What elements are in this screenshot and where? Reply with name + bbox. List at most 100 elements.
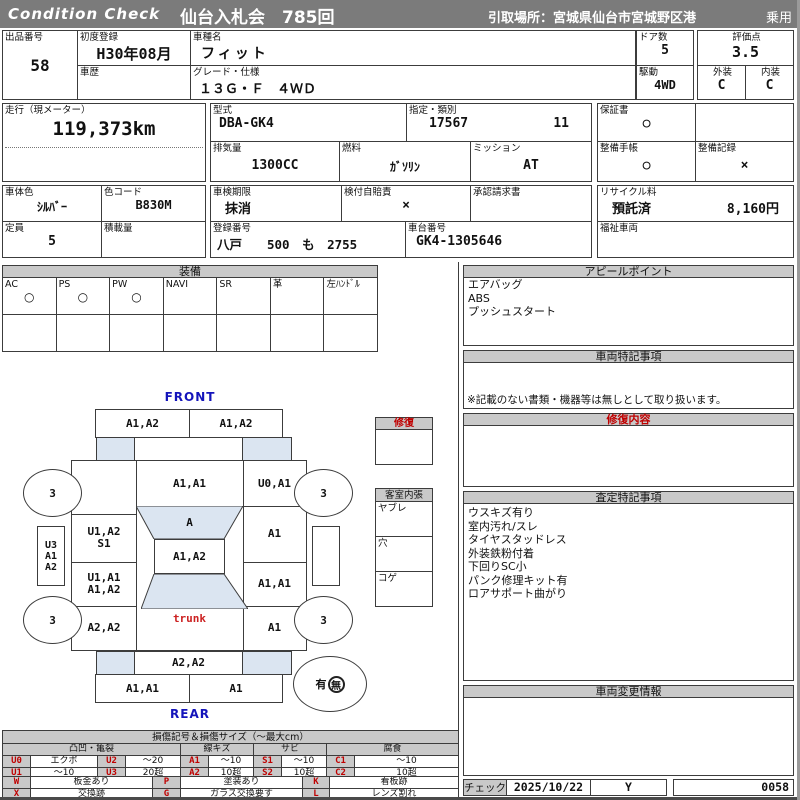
assessment-line: 外装鉄粉付着 (468, 546, 534, 560)
score-value: 3.5 (731, 43, 760, 61)
fuel-value: ｶﾞｿﾘﾝ (389, 160, 420, 174)
legend-title: 損傷記号＆損傷サイズ（～最大cm） (1, 730, 460, 744)
transmission-label: ミッション (473, 143, 521, 154)
cabin-interior-title: 客室内張 (375, 488, 433, 502)
load-label: 積載量 (104, 223, 133, 234)
equipment-label: 革 (272, 279, 283, 290)
welfare-cell: 福祉車両 (597, 221, 794, 258)
check-label: チェック (463, 779, 507, 796)
class-value-1: 17567 (429, 116, 469, 131)
assessment-line: パンク修理キット有 (468, 573, 568, 587)
equipment-row-empty (2, 314, 379, 352)
equipment-cell-navi: NAVI (162, 277, 218, 315)
front-label: FRONT (164, 390, 216, 404)
class-label: 指定・類別 (409, 105, 457, 116)
legend-code: S1 (253, 755, 282, 768)
class-cell: 指定・類別 17567 11 (406, 103, 592, 142)
equipment-cell-empty (269, 314, 325, 352)
color-code-cell: 色コード B830M (101, 185, 206, 222)
front-bumper-left: A1,A2 (95, 409, 190, 438)
capacity-value: 5 (48, 234, 56, 249)
maintenance-record-label: 整備記録 (698, 143, 737, 154)
legend-group-corrosion: 腐食 (325, 743, 460, 756)
jibai-cell: 検付自賠責 × (341, 185, 471, 222)
drive-label: 駆動 (639, 67, 659, 78)
assessment-line: ウスキズ有り (468, 506, 534, 519)
color-code-label: 色コード (104, 187, 143, 198)
rear-bumper-right: A1 (189, 674, 283, 703)
model-code-value: DBA-GK4 (219, 116, 274, 131)
assessment-line: ロアサポート曲がり (468, 587, 567, 600)
pickup-location: 引取場所：宮城県仙台市宮城野区港 (488, 11, 697, 26)
model-name-label: 車種名 (193, 32, 222, 43)
auction-condition-sheet: Condition Check 仙台入札会 785回 引取場所：宮城県仙台市宮城… (0, 0, 800, 800)
registration-number-value: 八戸 500 も 2755 (217, 237, 358, 252)
displacement-label: 排気量 (213, 143, 242, 154)
sheet-number: 0058 (761, 780, 789, 794)
score-label: 評価点 (732, 32, 761, 43)
cabin-interior-row-tear: ヤブレ (375, 501, 433, 537)
equipment-cell-empty (109, 314, 164, 352)
trunk-cell: trunk (172, 612, 207, 625)
registration-number-cell: 登録番号 八戸 500 も 2755 (210, 221, 406, 258)
chassis-number-label: 車台番号 (408, 223, 447, 234)
header-bar: Condition Check 仙台入札会 785回 引取場所：宮城県仙台市宮城… (0, 0, 797, 28)
equipment-label: PS (58, 279, 71, 290)
jibai-value: × (402, 198, 410, 213)
model-code-label: 型式 (213, 105, 233, 116)
right-rear-door-cell: A1,A1 (257, 577, 292, 590)
front-bumper-right: A1,A2 (189, 409, 283, 438)
check-inspector-cell: Y (590, 779, 667, 796)
mileage-value: 119,373km (52, 118, 156, 140)
mileage-label: 走行（現メーター） (5, 105, 91, 116)
vehicle-notes-disclaimer: ※記載のない書類・機器等は無しとして取り扱います。 (467, 394, 727, 406)
interior-grade-label: 内装 (760, 67, 780, 78)
first-registration-value: H30年08月 (96, 45, 172, 63)
assessment-line: 室内汚れ/スレ (468, 519, 538, 533)
mileage-cell: 走行（現メーター） 119,373km (2, 103, 206, 182)
brand-logo: Condition Check (8, 5, 161, 23)
cabin-interior-row-label: ヤブレ (378, 503, 407, 514)
load-cell: 積載量 (101, 221, 206, 258)
model-name-cell: 車種名 フィット (190, 30, 636, 66)
equipment-label: NAVI (165, 279, 189, 290)
auction-title: 仙台入札会 785回 (180, 8, 335, 28)
blank-cell (695, 103, 794, 142)
front-left-fender-cell (72, 461, 136, 514)
spare-no-label-circled: 無 (327, 675, 345, 693)
displacement-value: 1300CC (251, 158, 299, 173)
left-quarter-cell: A2,A2 (87, 621, 121, 634)
check-date-cell: 2025/10/22 (506, 779, 591, 796)
equipment-row: AC ○ PS ○ PW ○ NAVI SR 革 左ﾊﾝﾄﾞﾙ (2, 277, 379, 315)
legend-value: ～10 (353, 755, 460, 768)
legend-group-rust: サビ (253, 743, 327, 756)
damage-legend-table: 損傷記号＆損傷サイズ（～最大cm） 凸凹・亀裂 線キズ サビ 腐食 U0 エクボ … (1, 730, 460, 780)
inspection-value: 抹消 (225, 202, 252, 217)
recycle-status: 預託済 (612, 202, 652, 217)
assessment-line: 下回りSC小 (468, 560, 527, 573)
equipment-cell-empty (216, 314, 271, 352)
lot-number-label: 出品番号 (5, 32, 44, 43)
lot-number-cell: 出品番号 58 (2, 30, 78, 100)
legend-code: W (2, 776, 31, 789)
doors-label: ドア数 (639, 32, 668, 43)
legend-value: ～20 (125, 755, 181, 768)
legend-code: A1 (180, 755, 209, 768)
cabin-interior-row-hole: 穴 (375, 536, 433, 572)
right-sill-cell (312, 526, 340, 586)
legend-value: ～10 (208, 755, 254, 768)
first-registration-label: 初度登録 (80, 32, 119, 43)
assessment-line: タイヤスタッドレス (468, 533, 567, 546)
grade-cell: グレード・仕様 １３Ｇ・Ｆ ４ＷＤ (190, 65, 636, 100)
equipment-cell-empty (55, 314, 111, 352)
maintenance-book-label: 整備手帳 (600, 143, 639, 154)
legend-group-dent: 凸凹・亀裂 (2, 743, 181, 756)
equipment-cell-pw: PW ○ (109, 277, 164, 315)
legend-code: K (302, 776, 330, 789)
doors-value: 5 (661, 43, 669, 58)
color-code-value: B830M (135, 198, 172, 212)
inspection-label: 車検期限 (213, 187, 252, 198)
exterior-grade-label: 外装 (712, 67, 732, 78)
equipment-cell-empty (162, 314, 218, 352)
legend-value: 板金あり (30, 776, 153, 789)
